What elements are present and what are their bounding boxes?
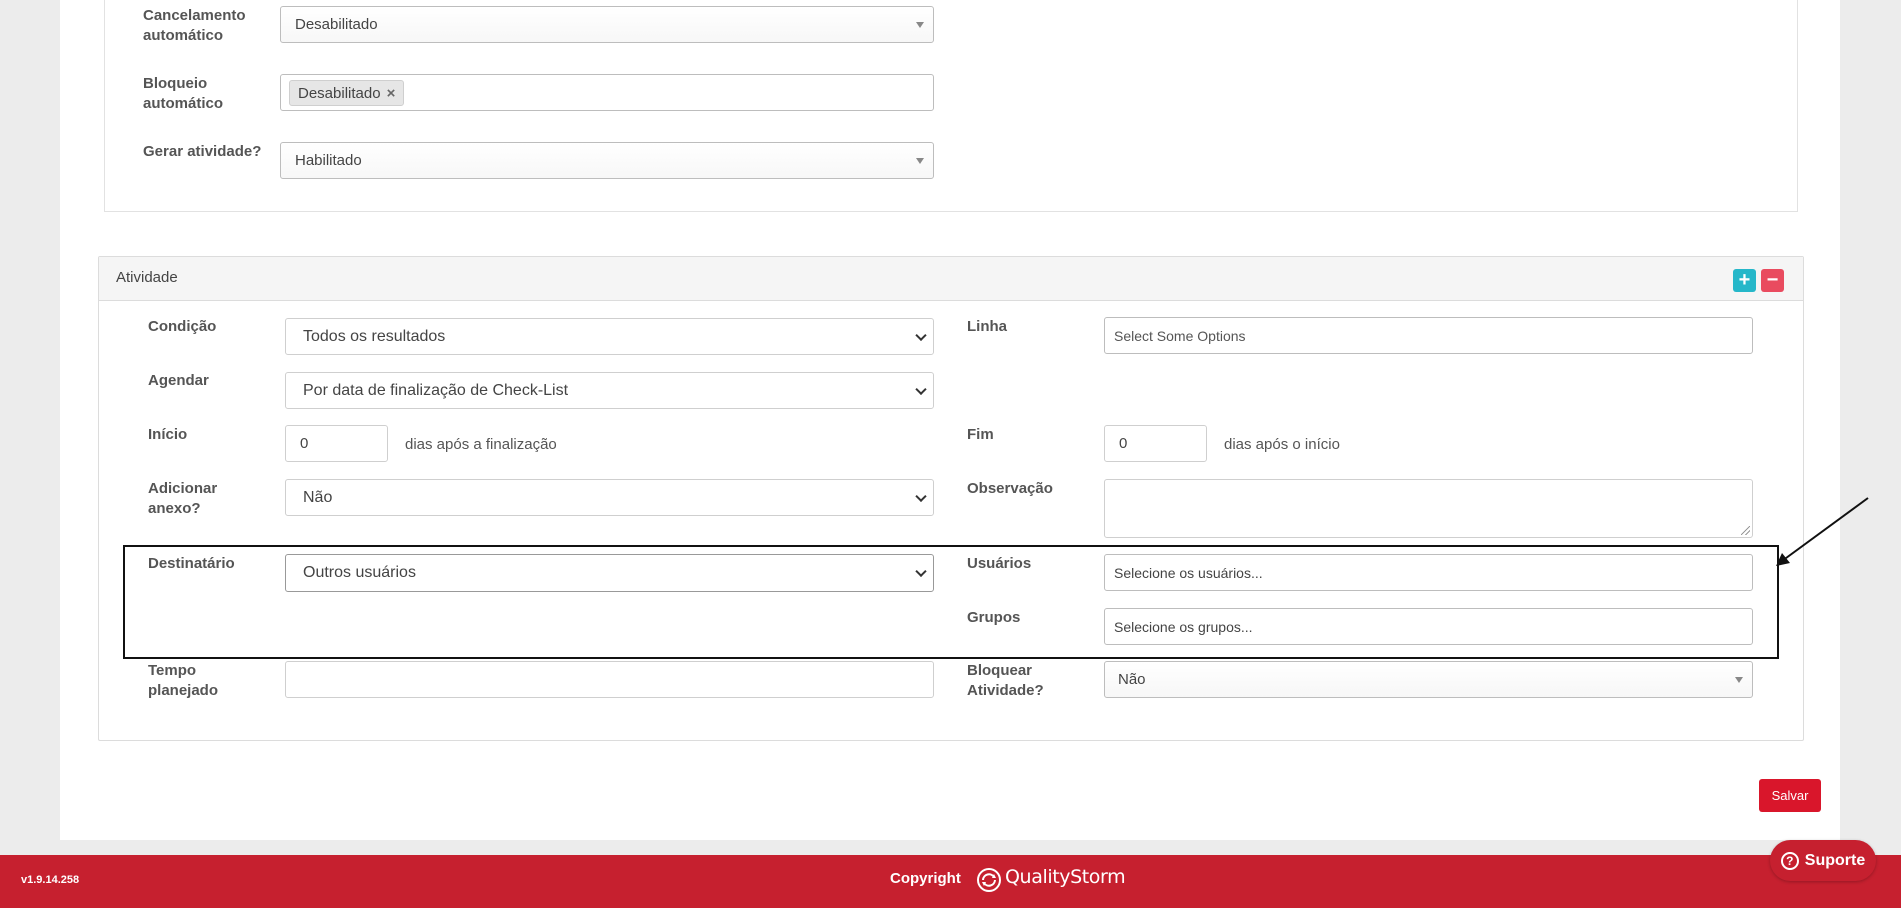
app-version: v1.9.14.258 [21, 874, 80, 886]
end-days-value: 0 [1119, 435, 1128, 452]
start-suffix: dias após a finalização [405, 436, 557, 453]
qualitystorm-logo-icon [977, 868, 1001, 892]
attachment-label: Adicionar anexo? [148, 480, 218, 517]
line-placeholder: Select Some Options [1114, 327, 1246, 344]
activity-panel-title: Atividade [116, 269, 178, 286]
activity-panel-header: Atividade + − [99, 257, 1803, 301]
block-activity-value: Não [1118, 671, 1146, 688]
caret-down-icon [916, 21, 924, 28]
chevron-down-icon [915, 383, 927, 395]
start-days-input[interactable]: 0 [285, 425, 388, 462]
auto-block-tag-label: Desabilitado [298, 84, 381, 102]
condition-select[interactable]: Todos os resultados [285, 318, 934, 355]
auto-block-multiselect[interactable]: Desabilitado × [280, 74, 934, 111]
end-days-input[interactable]: 0 [1104, 425, 1207, 462]
observation-label: Observação [967, 480, 1053, 497]
generate-activity-value: Habilitado [295, 152, 362, 169]
condition-label: Condição [148, 318, 217, 335]
planned-time-label: Tempo planejado [148, 662, 219, 699]
generate-activity-label: Gerar atividade? [143, 143, 262, 160]
caret-down-icon [1735, 676, 1743, 683]
end-label: Fim [967, 426, 994, 443]
condition-value: Todos os resultados [303, 327, 446, 345]
generate-activity-select[interactable]: Habilitado [280, 142, 934, 179]
block-activity-label: Bloquear Atividade? [967, 662, 1044, 699]
annotation-arrow-icon [1776, 497, 1869, 566]
line-label: Linha [967, 318, 1007, 335]
auto-cancel-select[interactable]: Desabilitado [280, 6, 934, 43]
chevron-down-icon [915, 490, 927, 502]
save-button[interactable]: Salvar [1759, 779, 1821, 812]
copyright-text: Copyright [890, 870, 961, 887]
auto-cancel-label: Cancelamento automático [143, 7, 246, 44]
line-multiselect[interactable]: Select Some Options [1104, 317, 1753, 354]
resize-handle-icon[interactable] [1741, 526, 1750, 535]
start-label: Início [148, 426, 188, 443]
auto-block-label: Bloqueio automático [143, 75, 224, 112]
support-label: Suporte [1804, 851, 1866, 869]
highlight-box [123, 545, 1779, 659]
attachment-value: Não [303, 488, 333, 506]
schedule-value: Por data de finalização de Check-List [303, 381, 569, 399]
start-days-value: 0 [300, 435, 309, 452]
tag-remove-icon[interactable]: × [387, 85, 396, 102]
help-circle-icon: ? [1780, 851, 1799, 870]
schedule-label: Agendar [148, 372, 209, 389]
end-suffix: dias após o início [1224, 436, 1340, 453]
block-activity-select[interactable]: Não [1104, 661, 1753, 698]
attachment-select[interactable]: Não [285, 479, 934, 516]
observation-textarea[interactable] [1104, 479, 1753, 538]
add-activity-button[interactable]: + [1733, 269, 1756, 292]
auto-block-tag: Desabilitado × [289, 80, 405, 106]
planned-time-input[interactable] [285, 661, 934, 698]
footer: v1.9.14.258 Copyright QualityStorm [0, 855, 1901, 908]
remove-activity-button[interactable]: − [1761, 269, 1784, 292]
auto-cancel-value: Desabilitado [295, 16, 378, 33]
brand-name: QualityStorm [1005, 866, 1126, 888]
schedule-select[interactable]: Por data de finalização de Check-List [285, 372, 934, 409]
caret-down-icon [916, 157, 924, 164]
chevron-down-icon [915, 329, 927, 341]
support-button[interactable]: ? Suporte [1770, 840, 1876, 881]
